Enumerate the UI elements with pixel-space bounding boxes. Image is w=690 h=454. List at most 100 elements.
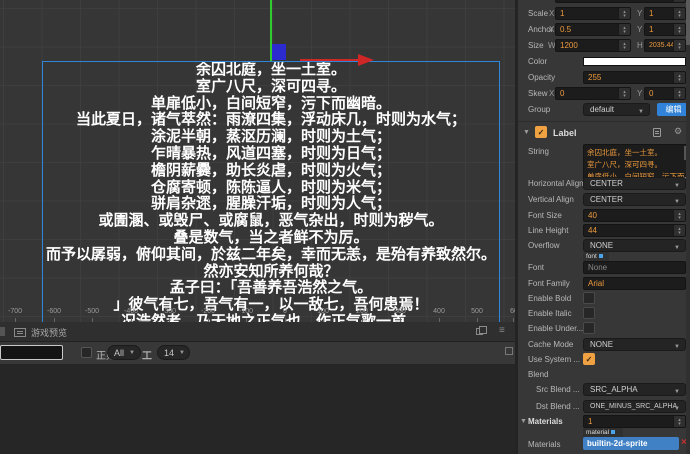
material-asset-field[interactable]: builtin-2d-sprite (583, 437, 679, 450)
collapse-caret-icon[interactable]: ▼ (520, 418, 527, 425)
gizmo-xy-handle[interactable] (272, 44, 286, 60)
ruler-label: -300 (161, 308, 176, 315)
spinner[interactable]: ▴▾ (673, 8, 685, 19)
scene-view[interactable]: 余囚北庭，坐一土室。 室广八尺，深可四寻。 单扉低小，白间短窄，污下而幽暗。 当… (0, 0, 515, 322)
gear-icon[interactable]: ⚙ (674, 126, 682, 137)
monitor-icon (14, 327, 26, 337)
chevron-down-icon: ▼ (179, 349, 185, 356)
ruler-label: 300 (394, 308, 406, 315)
spinner[interactable]: ▴▾ (618, 8, 630, 19)
scale-x-input[interactable]: 1 ▴ ▾ (555, 7, 631, 20)
skew-y-input[interactable]: 0 ▴ ▾ (644, 87, 686, 100)
console-search-input[interactable] (0, 345, 63, 360)
console-toolbar: 正则 All ▼ 工 14 ▼ (0, 342, 515, 364)
console-tabbar: 游戏预览 ≡ (0, 322, 515, 342)
line-height-input[interactable]: 44 ▴ ▾ (583, 224, 686, 237)
inspector-scrollbar[interactable] (686, 0, 690, 454)
console-panel: 游戏预览 ≡ 正则 All ▼ 工 14 ▼ (0, 322, 515, 454)
rotation-input[interactable]: ▴▾ (555, 0, 686, 3)
size-w-input[interactable]: 1200 ▴ ▾ (555, 39, 631, 52)
separator (518, 121, 690, 122)
font-family-input[interactable]: Arial (583, 277, 686, 290)
asset-link-icon[interactable] (598, 254, 603, 258)
skew-x-input[interactable]: 0 ▴ ▾ (555, 87, 631, 100)
console-clear-icon[interactable] (505, 347, 513, 355)
anchor-row: Anchor X 0.5 ▴ ▾ Y 1 ▴ ▾ (518, 22, 690, 38)
ruler-label: -600 (46, 308, 61, 315)
ruler-label: -200 (200, 308, 215, 315)
anchor-x-input[interactable]: 0.5 ▴ ▾ (555, 23, 631, 36)
ruler-label: -700 (7, 308, 22, 315)
asset-link-icon[interactable] (611, 430, 616, 434)
font-asset-field[interactable]: None (583, 261, 686, 274)
collapse-caret-icon[interactable]: ▼ (523, 129, 530, 136)
overflow-dropdown[interactable]: NONE ▼ (583, 239, 686, 252)
chevron-down-icon: ▼ (674, 199, 680, 205)
group-dropdown[interactable]: default ▼ (583, 103, 650, 116)
chevron-down-icon: ▼ (129, 349, 135, 356)
ruler-label: 400 (433, 308, 445, 315)
anchor-y-input[interactable]: 1 ▴ ▾ (644, 23, 686, 36)
chevron-down-icon: ▼ (638, 109, 644, 115)
gizmo-x-axis[interactable] (300, 59, 360, 61)
src-blend-dropdown[interactable]: SRC_ALPHA ▼ (583, 383, 686, 396)
cache-mode-dropdown[interactable]: NONE ▼ (583, 338, 686, 351)
vertical-align-dropdown[interactable]: CENTER ▼ (583, 193, 686, 206)
spinner[interactable]: ▴▾ (673, 88, 685, 99)
ruler-label: 200 (356, 308, 368, 315)
enable-italic-checkbox[interactable] (583, 307, 595, 319)
materials-row: Materials builtin-2d-sprite × (528, 437, 687, 450)
spinner[interactable]: ▴▾ (673, 40, 685, 51)
horizontal-align-row: Horizontal Align CENTER ▼ (518, 176, 690, 192)
ruler-label: -500 (84, 308, 99, 315)
enable-bold-checkbox[interactable] (583, 292, 595, 304)
ruler-label: 100 (317, 308, 329, 315)
line-height-row: Line Height 44 ▴ ▾ (518, 223, 690, 239)
menu-icon[interactable]: ≡ (499, 325, 505, 336)
group-row: Group default ▼ 编辑 (518, 102, 690, 118)
material-asset-chip: material (583, 428, 623, 437)
chevron-down-icon: ▼ (674, 245, 680, 251)
horizontal-align-dropdown[interactable]: CENTER ▼ (583, 177, 686, 190)
popout-icon[interactable] (476, 326, 487, 335)
scrollbar-thumb[interactable] (686, 0, 690, 45)
enable-underline-checkbox[interactable] (583, 322, 595, 334)
gizmo-x-arrow-icon[interactable] (358, 54, 374, 66)
size-h-input[interactable]: 2035.44 ▴ ▾ (644, 39, 686, 52)
spinner[interactable]: ▴▾ (618, 40, 630, 51)
spinner[interactable]: ▴▾ (673, 416, 685, 427)
enable-bold-row: Enable Bold (518, 291, 690, 307)
font-size-input[interactable]: 40 ▴ ▾ (583, 209, 686, 222)
size-row: Size W 1200 ▴ ▾ H 2035.44 ▴ ▾ (518, 38, 690, 54)
font-row: Font None (518, 260, 690, 276)
opacity-input[interactable]: 255 ▴ ▾ (583, 71, 686, 84)
editor-window: 余囚北庭，坐一土室。 室广八尺，深可四寻。 单扉低小，白间短窄，污下而幽暗。 当… (0, 0, 690, 454)
tab-game-preview[interactable]: 游戏预览 (14, 322, 67, 342)
color-swatch[interactable] (583, 57, 686, 66)
ruler-label: 500 (471, 308, 483, 315)
materials-count-input[interactable]: 1 ▴ ▾ (583, 415, 686, 428)
spinner[interactable]: ▴▾ (618, 24, 630, 35)
scale-y-input[interactable]: 1 ▴ ▾ (644, 7, 686, 20)
spinner[interactable]: ▴▾ (673, 0, 685, 2)
log-filter-dropdown[interactable]: All ▼ (107, 345, 141, 360)
font-family-row: Font Family Arial (518, 276, 690, 292)
spinner[interactable]: ▴▾ (673, 210, 685, 221)
blend-section-row: Blend (528, 370, 549, 379)
spinner[interactable]: ▴▾ (673, 72, 685, 83)
spinner[interactable]: ▴▾ (618, 88, 630, 99)
cache-mode-row: Cache Mode NONE ▼ (518, 337, 690, 353)
label-component-header[interactable]: ▼ ✓ Label ⚙ (518, 125, 690, 141)
spinner[interactable]: ▴▾ (673, 225, 685, 236)
regex-checkbox[interactable] (81, 347, 92, 358)
label-enabled-checkbox[interactable]: ✓ (535, 126, 547, 138)
tab-label: 游戏预览 (31, 327, 68, 338)
tab-fragment[interactable] (0, 327, 5, 336)
spinner[interactable]: ▴▾ (673, 24, 685, 35)
color-row: Color (518, 54, 690, 70)
use-system-font-checkbox[interactable]: ✓ (583, 353, 595, 365)
docs-icon[interactable] (653, 128, 661, 137)
dst-blend-dropdown[interactable]: ONE_MINUS_SRC_ALPHA ▼ (583, 400, 686, 413)
font-size-dropdown[interactable]: 14 ▼ (157, 345, 190, 360)
enable-italic-row: Enable Italic (518, 306, 690, 322)
